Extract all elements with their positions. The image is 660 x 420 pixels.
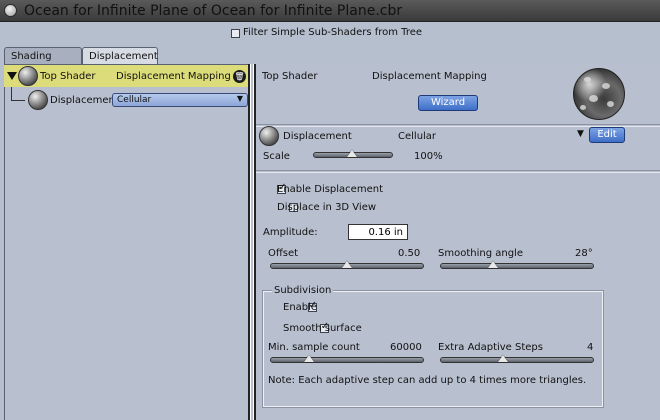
divider <box>256 172 660 173</box>
wizard-button[interactable]: Wizard <box>418 95 478 111</box>
smoothing-angle-label: Smoothing angle <box>438 248 523 259</box>
edit-button[interactable]: Edit <box>589 127 625 143</box>
subdivision-note: Note: Each adaptive step can add up to 4… <box>268 375 587 386</box>
tab-displacement[interactable]: Displacement <box>82 47 158 64</box>
amplitude-input[interactable] <box>348 224 408 240</box>
filter-sub-shaders-label: Filter Simple Sub-Shaders from Tree <box>243 27 423 38</box>
preview-spot <box>580 105 586 110</box>
extra-adaptive-steps-slider-thumb[interactable] <box>498 355 508 362</box>
panel-splitter-gap <box>251 64 253 420</box>
tree-displacement-label: Displacement <box>50 95 119 106</box>
tree-top-shader-label: Top Shader <box>40 71 96 82</box>
preview-spot <box>607 101 614 107</box>
subdivision-enable-label: Enable <box>283 302 318 313</box>
preview-spot <box>589 95 598 102</box>
header-shader-type: Displacement Mapping <box>372 71 487 82</box>
offset-label: Offset <box>268 248 299 259</box>
select-value: Cellular <box>117 95 152 105</box>
displacement-shader-select[interactable]: Cellular ▼ <box>112 93 248 107</box>
trash-icon[interactable]: 🗑 <box>233 70 246 83</box>
min-sample-count-slider-thumb[interactable] <box>304 355 314 362</box>
tree-top-shader-type: Displacement Mapping <box>116 71 231 82</box>
preview-spot <box>602 83 610 89</box>
min-sample-count-label: Min. sample count <box>268 342 360 353</box>
disclosure-triangle-icon[interactable] <box>7 72 17 80</box>
window-title: Ocean for Infinite Plane of Ocean for In… <box>24 3 403 19</box>
offset-slider-thumb[interactable] <box>342 261 352 268</box>
divider <box>256 124 660 125</box>
shader-preview-sphere <box>573 68 625 120</box>
smoothing-angle-value: 28° <box>575 248 593 259</box>
window-menu-icon[interactable] <box>4 4 17 17</box>
tree-connector <box>11 87 12 100</box>
filter-sub-shaders-checkbox[interactable] <box>231 29 240 38</box>
extra-adaptive-steps-value: 4 <box>587 342 594 353</box>
preview-spot <box>584 77 591 82</box>
displacement-preview-icon <box>28 90 48 110</box>
tree-connector <box>11 100 25 101</box>
header-shader-label: Top Shader <box>262 71 318 82</box>
displace-3d-label: Displace in 3D View <box>277 202 377 213</box>
extra-adaptive-steps-label: Extra Adaptive Steps <box>438 342 543 353</box>
scale-value: 100% <box>414 151 443 162</box>
scale-label: Scale <box>263 151 290 162</box>
amplitude-label: Amplitude: <box>263 227 318 238</box>
smoothing-angle-slider-thumb[interactable] <box>488 261 498 268</box>
scale-slider-thumb[interactable] <box>347 150 357 157</box>
min-sample-count-value: 60000 <box>390 342 422 353</box>
smoothing-angle-slider[interactable] <box>440 263 594 269</box>
chevron-down-icon: ▼ <box>236 94 243 103</box>
top-shader-preview-icon <box>18 66 38 86</box>
displacement-shader-value: Cellular <box>398 131 437 142</box>
subdivision-legend: Subdivision <box>272 285 334 296</box>
collapse-icon[interactable]: ▼ <box>577 129 584 139</box>
extra-adaptive-steps-slider[interactable] <box>440 357 594 363</box>
enable-displacement-label: Enable Displacement <box>277 184 383 195</box>
displacement-shader-icon <box>259 126 279 146</box>
displacement-shader-label: Displacement <box>283 131 352 142</box>
offset-value: 0.50 <box>398 248 421 259</box>
shader-tree-panel <box>4 64 248 420</box>
smooth-surface-label: Smooth surface <box>283 323 362 334</box>
min-sample-count-slider[interactable] <box>270 357 424 363</box>
divider <box>256 170 660 171</box>
tab-shading[interactable]: Shading <box>4 47 82 64</box>
